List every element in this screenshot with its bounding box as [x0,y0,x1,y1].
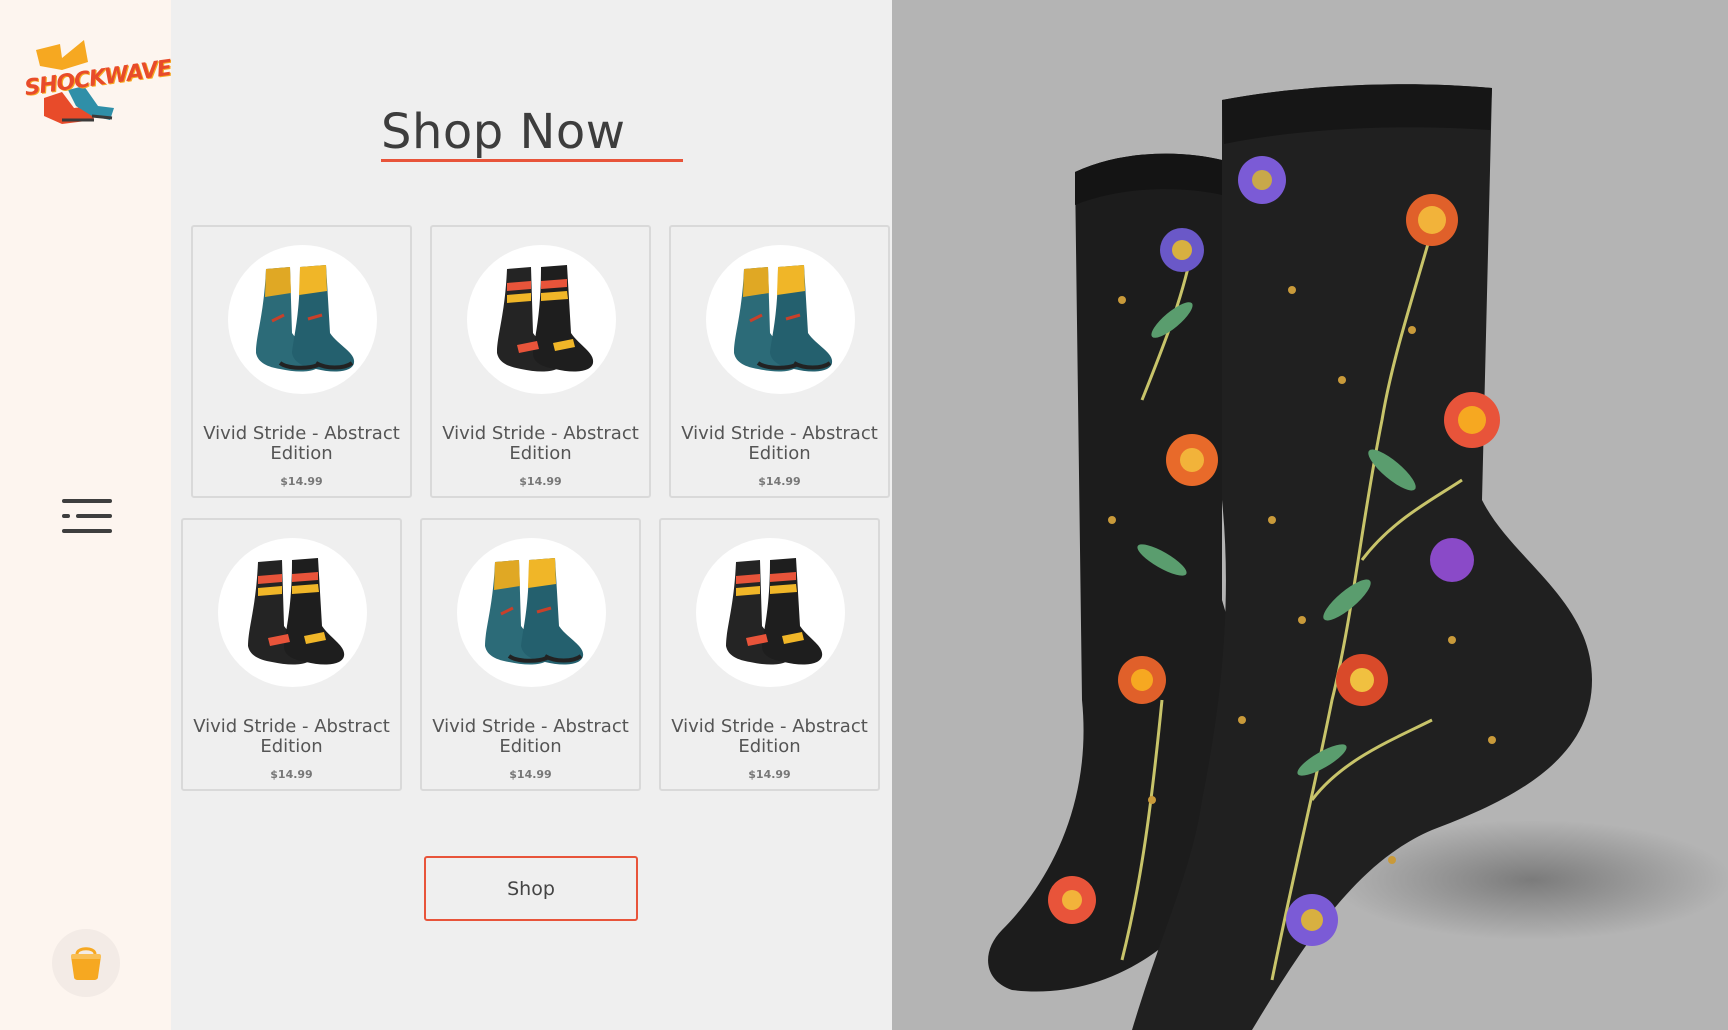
sidebar: SHOCKWAVE [0,0,173,1030]
product-name: Vivid Stride - Abstract Edition [432,716,629,757]
product-image [218,538,367,687]
product-card-6[interactable]: Vivid Stride - Abstract Edition $14.99 [659,518,880,791]
floral-socks-image [988,84,1728,1030]
product-card-5[interactable]: Vivid Stride - Abstract Edition $14.99 [420,518,641,791]
product-price: $14.99 [280,475,323,488]
product-image [696,538,845,687]
product-card-1[interactable]: Vivid Stride - Abstract Edition $14.99 [191,225,412,498]
cart-button[interactable] [52,929,120,997]
main-content: Shop Now Vivid Stride - Abstract Edition… [171,0,892,1030]
product-card-3[interactable]: Vivid Stride - Abstract Edition $14.99 [669,225,890,498]
shop-button[interactable]: Shop [424,856,638,921]
product-card-2[interactable]: Vivid Stride - Abstract Edition $14.99 [430,225,651,498]
product-price: $14.99 [748,768,791,781]
hero-image [892,0,1728,1030]
menu-button[interactable] [60,497,116,535]
shockwave-logo[interactable]: SHOCKWAVE [22,36,173,132]
product-image [457,538,606,687]
product-name: Vivid Stride - Abstract Edition [193,716,390,757]
product-card-4[interactable]: Vivid Stride - Abstract Edition $14.99 [181,518,402,791]
product-price: $14.99 [519,475,562,488]
product-name: Vivid Stride - Abstract Edition [671,716,868,757]
product-price: $14.99 [758,475,801,488]
product-name: Vivid Stride - Abstract Edition [203,423,400,464]
page-title: Shop Now [381,104,626,160]
product-price: $14.99 [509,768,552,781]
product-image [467,245,616,394]
menu-icon [62,499,112,533]
shopping-basket-icon [71,947,101,980]
product-image [706,245,855,394]
product-name: Vivid Stride - Abstract Edition [442,423,639,464]
product-image [228,245,377,394]
title-underline [381,159,683,162]
product-name: Vivid Stride - Abstract Edition [681,423,878,464]
product-price: $14.99 [270,768,313,781]
